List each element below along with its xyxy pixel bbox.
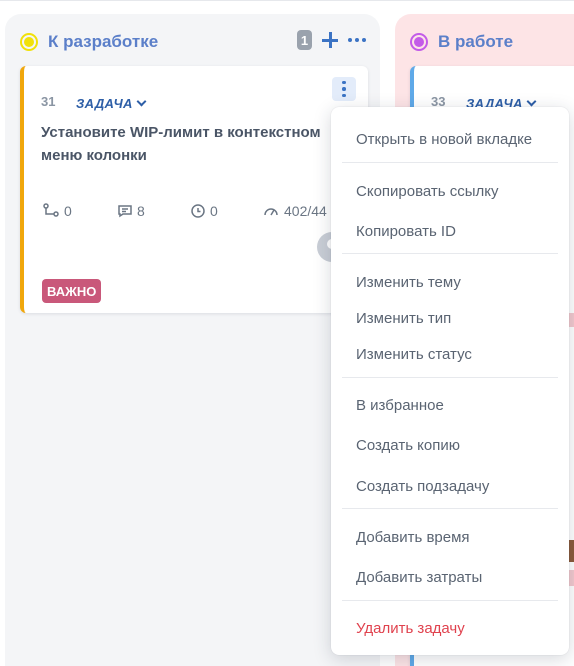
card-id: 31 — [41, 94, 56, 109]
gauge-icon — [264, 208, 278, 216]
menu-item-delete-task[interactable]: Удалить задачу — [356, 620, 465, 637]
top-divider — [0, 0, 574, 1]
menu-item-change-topic[interactable]: Изменить тему — [356, 274, 461, 291]
menu-item-change-type[interactable]: Изменить тип — [356, 310, 451, 327]
menu-item-copy-id[interactable]: Копировать ID — [356, 223, 456, 240]
column-menu-button[interactable] — [348, 31, 366, 49]
wip-count-badge: 1 — [297, 30, 312, 50]
menu-item-add-costs[interactable]: Добавить затраты — [356, 569, 482, 586]
comment-icon — [118, 205, 132, 218]
column-header: В работе — [395, 28, 574, 56]
add-card-button[interactable] — [321, 31, 339, 49]
menu-item-change-status[interactable]: Изменить статус — [356, 346, 472, 363]
menu-divider — [342, 600, 558, 601]
menu-item-open-new-tab[interactable]: Открыть в новой вкладке — [356, 131, 532, 148]
menu-item-copy-link[interactable]: Скопировать ссылку — [356, 183, 499, 200]
subtasks-stat: 0 — [42, 203, 117, 219]
menu-item-duplicate[interactable]: Создать копию — [356, 437, 460, 454]
comments-stat: 8 — [117, 203, 190, 219]
task-card[interactable]: 31 ЗАДАЧА Установите WIP-лимит в контекс… — [20, 66, 368, 313]
card-title[interactable]: Установите WIP-лимит в контекстном меню … — [41, 121, 341, 167]
column-tools: 1 — [297, 30, 366, 50]
clock-icon — [191, 204, 205, 218]
subtasks-icon — [43, 203, 59, 217]
card-menu-button[interactable] — [332, 77, 356, 101]
card-type-label: ЗАДАЧА — [76, 96, 133, 111]
priority-tag[interactable]: ВАЖНО — [42, 279, 102, 303]
column-title: В работе — [438, 32, 514, 51]
status-dot-icon — [410, 33, 428, 51]
card-type-dropdown[interactable]: ЗАДАЧА — [76, 96, 147, 111]
estimate-stat: 402/44 — [262, 203, 327, 219]
comments-count: 8 — [137, 203, 145, 219]
card-stats: 0 8 0 402/44 — [42, 203, 327, 219]
chevron-down-icon — [136, 96, 147, 107]
column-title: К разработке — [48, 32, 159, 51]
column-header: К разработке 1 — [5, 28, 380, 56]
time-stat: 0 — [190, 203, 262, 219]
chevron-down-icon — [526, 96, 537, 107]
menu-divider — [342, 162, 558, 163]
menu-item-create-subtask[interactable]: Создать подзадачу — [356, 478, 489, 495]
menu-divider — [342, 253, 558, 254]
subtasks-count: 0 — [64, 203, 72, 219]
menu-item-add-time[interactable]: Добавить время — [356, 529, 470, 546]
time-value: 0 — [210, 203, 218, 219]
card-context-menu: Открыть в новой вкладке Скопировать ссыл… — [331, 107, 569, 655]
menu-divider — [342, 377, 558, 378]
menu-divider — [342, 508, 558, 509]
menu-item-add-favorite[interactable]: В избранное — [356, 397, 444, 414]
status-dot-icon — [20, 33, 38, 51]
estimate-value: 402/44 — [284, 203, 327, 219]
